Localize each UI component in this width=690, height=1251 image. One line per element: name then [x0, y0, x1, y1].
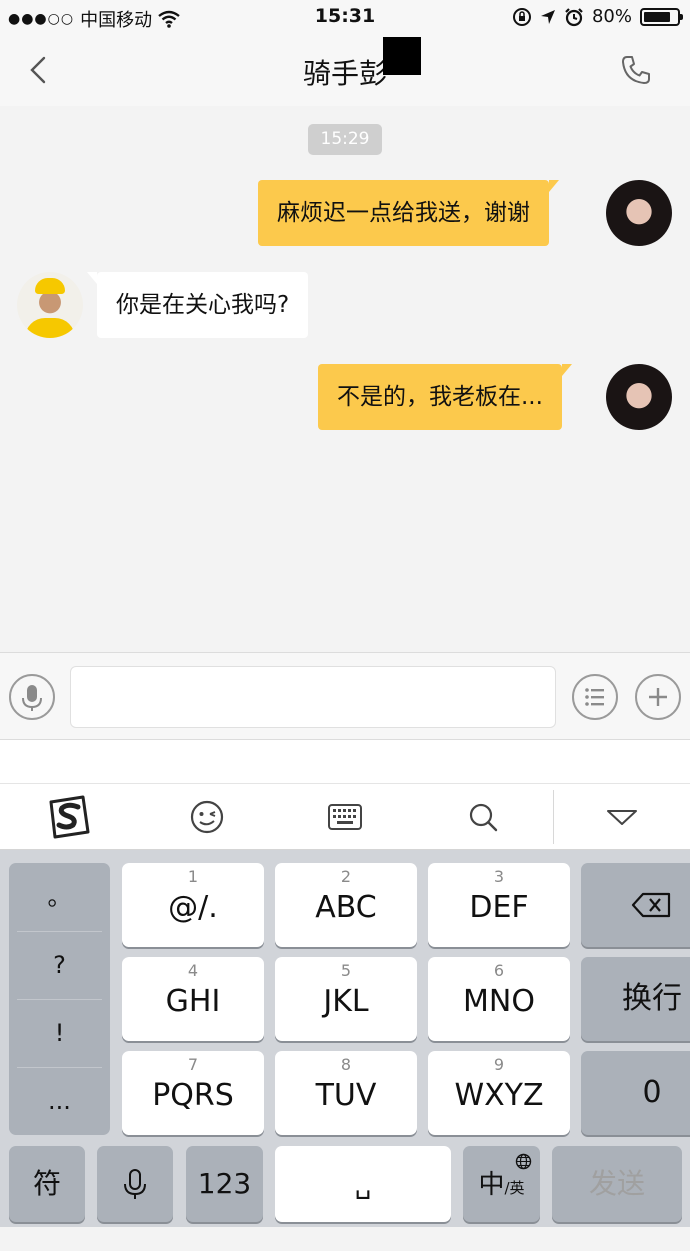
message-input-bar — [0, 652, 690, 740]
key-number: 2 — [340, 867, 352, 886]
status-bar: ●●●○○ 中国移动 15:31 80% — [0, 0, 690, 34]
key-1[interactable]: 1 @/. — [122, 863, 264, 947]
location-arrow-icon — [540, 9, 555, 24]
battery-icon — [640, 7, 683, 26]
timestamp-pill: 15:29 — [308, 124, 382, 155]
key-number: 6 — [493, 961, 505, 980]
key-label: 换行 — [622, 981, 682, 1016]
punct-key-question[interactable]: ? — [9, 931, 110, 999]
input-spacer — [0, 740, 690, 784]
key-label: DEF — [469, 890, 529, 925]
key-label: @/. — [168, 890, 218, 925]
key-number: 5 — [340, 961, 352, 980]
key-7[interactable]: 7 PQRS — [122, 1051, 264, 1135]
key-number: 1 — [187, 867, 199, 886]
symbols-key[interactable]: 符 — [9, 1146, 85, 1222]
key-label: WXYZ — [454, 1078, 544, 1113]
collapse-triangle-icon[interactable] — [599, 794, 645, 840]
punct-key-exclaim[interactable]: ! — [9, 999, 110, 1067]
voice-key[interactable] — [97, 1146, 173, 1222]
key-4[interactable]: 4 GHI — [122, 957, 264, 1041]
key-number: 8 — [340, 1055, 352, 1074]
my-avatar[interactable] — [606, 180, 672, 246]
key-number: 7 — [187, 1055, 199, 1074]
key-3[interactable]: 3 DEF — [428, 863, 570, 947]
key-number: 4 — [187, 961, 199, 980]
sogou-logo-icon[interactable] — [46, 794, 92, 840]
microphone-icon — [124, 1169, 146, 1199]
key-number: 9 — [493, 1055, 505, 1074]
lang-sub-label: /英 — [504, 1179, 525, 1197]
send-button[interactable]: 发送 — [552, 1146, 682, 1222]
space-key[interactable]: ␣ — [275, 1146, 451, 1222]
newline-key[interactable]: 换行 — [581, 957, 690, 1041]
key-2[interactable]: 2 ABC — [275, 863, 417, 947]
redaction-box — [383, 37, 421, 75]
more-options-button[interactable] — [635, 674, 681, 720]
punctuation-column: 。 ? ! ... — [9, 863, 110, 1135]
key-label: MNO — [463, 984, 535, 1019]
language-switch-key[interactable]: 中/英 — [463, 1146, 540, 1222]
message-input[interactable] — [70, 666, 556, 728]
key-label: PQRS — [152, 1078, 234, 1113]
t9-keyboard: 。 ? ! ... 1 @/. 2 ABC 3 DEF 4 GHI 5 JKL … — [0, 850, 690, 1227]
key-label: 0 — [642, 1075, 662, 1110]
key-label: JKL — [323, 984, 369, 1019]
battery-percent: 80% — [591, 6, 632, 27]
phone-icon[interactable] — [618, 52, 654, 88]
voice-input-button[interactable] — [9, 674, 55, 720]
my-avatar[interactable] — [606, 364, 672, 430]
plus-icon — [649, 688, 667, 706]
punct-key-period[interactable]: 。 — [9, 863, 110, 931]
message-bubble-rider[interactable]: 你是在关心我吗? — [86, 272, 309, 338]
key-5[interactable]: 5 JKL — [275, 957, 417, 1041]
keyboard-icon[interactable] — [322, 794, 368, 840]
message-bubble-mine[interactable]: 不是的，我老板在... — [318, 364, 572, 430]
key-8[interactable]: 8 TUV — [275, 1051, 417, 1135]
page-title: 骑手彭 — [302, 57, 387, 90]
message-bubble-mine[interactable]: 麻烦迟一点给我送，谢谢 — [258, 180, 559, 246]
key-label: GHI — [165, 984, 221, 1019]
list-icon — [585, 688, 604, 706]
alarm-icon — [565, 7, 583, 26]
key-label: TUV — [315, 1078, 377, 1113]
keyboard-toolbar — [0, 784, 690, 850]
chat-area[interactable]: 15:29 麻烦迟一点给我送，谢谢 你是在关心我吗? 不是的，我老板在... — [0, 106, 690, 652]
search-icon[interactable] — [460, 794, 506, 840]
toolbar-divider — [553, 790, 554, 844]
key-9[interactable]: 9 WXYZ — [428, 1051, 570, 1135]
key-0[interactable]: 0 — [581, 1051, 690, 1135]
key-label: ABC — [315, 890, 377, 925]
key-number: 3 — [493, 867, 505, 886]
microphone-icon — [22, 685, 42, 711]
delete-key[interactable] — [581, 863, 690, 947]
punct-key-ellipsis[interactable]: ... — [9, 1067, 110, 1135]
key-6[interactable]: 6 MNO — [428, 957, 570, 1041]
globe-icon — [515, 1153, 532, 1170]
backspace-icon — [631, 892, 671, 918]
emoji-icon[interactable] — [184, 794, 230, 840]
orientation-lock-icon — [512, 7, 531, 26]
chat-header: 骑手彭 — [0, 34, 690, 106]
lang-main-label: 中 — [478, 1170, 505, 1200]
numbers-key[interactable]: 123 — [186, 1146, 263, 1222]
rider-avatar[interactable] — [17, 272, 83, 338]
quick-replies-button[interactable] — [572, 674, 618, 720]
space-glyph: ␣ — [354, 1170, 372, 1200]
